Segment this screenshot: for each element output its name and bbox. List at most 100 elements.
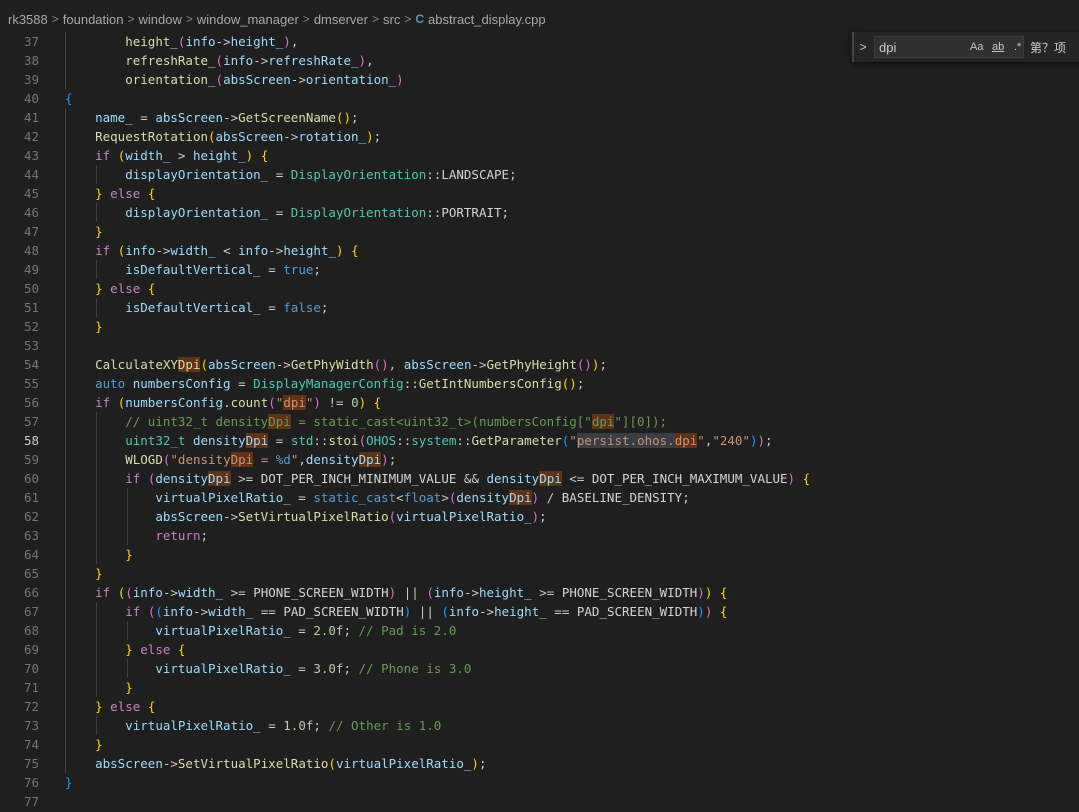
code-line[interactable]: 47 } xyxy=(0,222,1079,241)
line-number: 73 xyxy=(23,718,39,733)
line-number: 41 xyxy=(23,110,39,125)
code-text: if ((info->width_ == PAD_SCREEN_WIDTH) |… xyxy=(125,604,728,619)
code-line[interactable]: 49 isDefaultVertical_ = true; xyxy=(0,260,1079,279)
code-line[interactable]: 59 WLOGD("densityDpi = %d",densityDpi); xyxy=(0,450,1079,469)
chevron-right-icon: > xyxy=(51,12,59,26)
code-line[interactable]: 63 return; xyxy=(0,526,1079,545)
indent-guide xyxy=(65,336,66,355)
whole-word-icon[interactable]: ab xyxy=(992,41,1004,53)
line-number: 43 xyxy=(23,148,39,163)
line-number: 64 xyxy=(23,547,39,562)
chevron-right-icon: > xyxy=(185,12,193,26)
line-number: 51 xyxy=(23,300,39,315)
breadcrumb-item[interactable]: src xyxy=(383,12,400,27)
code-line[interactable]: 45 } else { xyxy=(0,184,1079,203)
code-line[interactable]: 50 } else { xyxy=(0,279,1079,298)
breadcrumb-item[interactable]: window xyxy=(139,12,182,27)
code-text: CalculateXYDpi(absScreen->GetPhyWidth(),… xyxy=(95,357,607,372)
breadcrumb-item[interactable]: dmserver xyxy=(314,12,368,27)
code-text: } else { xyxy=(95,186,156,201)
code-line[interactable]: 67 if ((info->width_ == PAD_SCREEN_WIDTH… xyxy=(0,602,1079,621)
match-case-icon[interactable]: Aa xyxy=(970,41,983,53)
code-line[interactable]: 73 virtualPixelRatio_ = 1.0f; // Other i… xyxy=(0,716,1079,735)
code-text: isDefaultVertical_ = false; xyxy=(125,300,329,315)
line-number: 37 xyxy=(23,34,39,49)
code-line[interactable]: 39 orientation_(absScreen->orientation_) xyxy=(0,70,1079,89)
code-line[interactable]: 54 CalculateXYDpi(absScreen->GetPhyWidth… xyxy=(0,355,1079,374)
code-line[interactable]: 77 xyxy=(0,792,1079,811)
code-text: } xyxy=(95,566,103,581)
code-line[interactable]: 71 } xyxy=(0,678,1079,697)
code-line[interactable]: 68 virtualPixelRatio_ = 2.0f; // Pad is … xyxy=(0,621,1079,640)
line-number: 61 xyxy=(23,490,39,505)
breadcrumb-file[interactable]: abstract_display.cpp xyxy=(428,12,546,27)
code-line[interactable]: 43 if (width_ > height_) { xyxy=(0,146,1079,165)
code-text: if (width_ > height_) { xyxy=(95,148,269,163)
line-number: 69 xyxy=(23,642,39,657)
code-line[interactable]: 75 absScreen->SetVirtualPixelRatio(virtu… xyxy=(0,754,1079,773)
line-number: 65 xyxy=(23,566,39,581)
breadcrumb-item[interactable]: foundation xyxy=(63,12,124,27)
line-number: 42 xyxy=(23,129,39,144)
code-line[interactable]: 62 absScreen->SetVirtualPixelRatio(virtu… xyxy=(0,507,1079,526)
breadcrumb-item[interactable]: rk3588 xyxy=(8,12,48,27)
code-line[interactable]: 56 if (numbersConfig.count("dpi") != 0) … xyxy=(0,393,1079,412)
toggle-replace-chevron-icon[interactable]: > xyxy=(854,40,872,54)
code-line[interactable]: 64 } xyxy=(0,545,1079,564)
line-number: 57 xyxy=(23,414,39,429)
code-line[interactable]: 65 } xyxy=(0,564,1079,583)
code-text: if ((info->width_ >= PHONE_SCREEN_WIDTH)… xyxy=(95,585,728,600)
code-line[interactable]: 76} xyxy=(0,773,1079,792)
breadcrumb-item[interactable]: window_manager xyxy=(197,12,299,27)
code-line[interactable]: 74 } xyxy=(0,735,1079,754)
code-editor[interactable]: 37 height_(info->height_), 38 refreshRate… xyxy=(0,32,1079,812)
code-line[interactable]: 60 if (densityDpi >= DOT_PER_INCH_MINIMU… xyxy=(0,469,1079,488)
code-text: displayOrientation_ = DisplayOrientation… xyxy=(125,167,517,182)
code-line[interactable]: 72 } else { xyxy=(0,697,1079,716)
chevron-right-icon: > xyxy=(302,12,310,26)
code-text: return; xyxy=(155,528,208,543)
code-text: displayOrientation_ = DisplayOrientation… xyxy=(125,205,510,220)
line-number: 47 xyxy=(23,224,39,239)
code-line[interactable]: 57 // uint32_t densityDpi = static_cast<… xyxy=(0,412,1079,431)
line-number: 62 xyxy=(23,509,39,524)
line-number: 60 xyxy=(23,471,39,486)
code-line[interactable]: 44 displayOrientation_ = DisplayOrientat… xyxy=(0,165,1079,184)
line-number: 66 xyxy=(23,585,39,600)
code-line[interactable]: 51 isDefaultVertical_ = false; xyxy=(0,298,1079,317)
line-number: 53 xyxy=(23,338,39,353)
chevron-right-icon: > xyxy=(372,12,380,26)
line-number: 63 xyxy=(23,528,39,543)
line-number: 71 xyxy=(23,680,39,695)
line-number: 49 xyxy=(23,262,39,277)
line-number: 67 xyxy=(23,604,39,619)
code-text: } else { xyxy=(125,642,186,657)
line-number: 50 xyxy=(23,281,39,296)
regex-icon[interactable]: .* xyxy=(1014,41,1021,53)
code-line[interactable]: 48 if (info->width_ < info->height_) { xyxy=(0,241,1079,260)
chevron-right-icon: > xyxy=(127,12,135,26)
code-line[interactable]: 41 name_ = absScreen->GetScreenName(); xyxy=(0,108,1079,127)
code-text: auto numbersConfig = DisplayManagerConfi… xyxy=(95,376,585,391)
line-number: 54 xyxy=(23,357,39,372)
code-line[interactable]: 40 { xyxy=(0,89,1079,108)
line-number: 77 xyxy=(23,794,39,809)
code-text: isDefaultVertical_ = true; xyxy=(125,262,321,277)
line-number: 75 xyxy=(23,756,39,771)
code-line[interactable]: 58 uint32_t densityDpi = std::stoi(OHOS:… xyxy=(0,431,1079,450)
code-line[interactable]: 69 } else { xyxy=(0,640,1079,659)
code-line[interactable]: 55 auto numbersConfig = DisplayManagerCo… xyxy=(0,374,1079,393)
code-line[interactable]: 53 xyxy=(0,336,1079,355)
code-line[interactable]: 66 if ((info->width_ >= PHONE_SCREEN_WID… xyxy=(0,583,1079,602)
code-line[interactable]: 42 RequestRotation(absScreen->rotation_)… xyxy=(0,127,1079,146)
code-line[interactable]: 61 virtualPixelRatio_ = static_cast<floa… xyxy=(0,488,1079,507)
line-number: 56 xyxy=(23,395,39,410)
find-input[interactable]: dpi Aa ab .* xyxy=(874,36,1024,58)
code-line[interactable]: 52 } xyxy=(0,317,1079,336)
line-number: 48 xyxy=(23,243,39,258)
line-number: 68 xyxy=(23,623,39,638)
code-line[interactable]: 46 displayOrientation_ = DisplayOrientat… xyxy=(0,203,1079,222)
line-number: 58 xyxy=(23,433,39,448)
code-line[interactable]: 70 virtualPixelRatio_ = 3.0f; // Phone i… xyxy=(0,659,1079,678)
line-number: 46 xyxy=(23,205,39,220)
